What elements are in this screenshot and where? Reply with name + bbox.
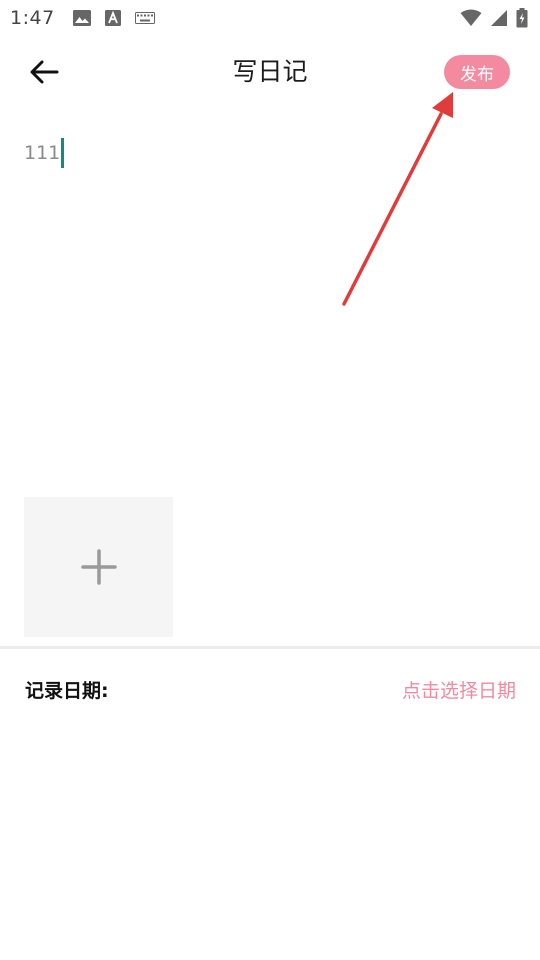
text-cursor <box>61 138 65 168</box>
add-image-button[interactable] <box>24 497 173 637</box>
battery-icon <box>516 8 528 28</box>
plus-icon <box>80 549 117 585</box>
select-date-button[interactable]: 点击选择日期 <box>402 676 516 703</box>
image-notification-icon <box>72 10 91 26</box>
record-date-label: 记录日期: <box>25 680 109 702</box>
cell-signal-icon <box>491 10 507 26</box>
write-diary-screen: 1:47 写日记 发布 111 记录日期: 点击选择日期 <box>0 0 540 960</box>
status-system-icons <box>460 8 528 28</box>
section-divider <box>0 646 540 649</box>
status-time: 1:47 <box>10 7 55 29</box>
font-notification-icon <box>104 10 121 26</box>
status-bar: 1:47 <box>0 0 540 36</box>
status-notification-icons <box>72 10 155 26</box>
diary-content-text: 111 <box>24 142 61 164</box>
app-bar: 写日记 发布 <box>0 36 540 108</box>
wifi-icon <box>460 9 482 26</box>
diary-content-input[interactable]: 111 <box>24 138 516 458</box>
keyboard-notification-icon <box>134 12 155 24</box>
publish-button[interactable]: 发布 <box>444 55 510 89</box>
record-date-row: 记录日期: 点击选择日期 <box>0 668 540 710</box>
